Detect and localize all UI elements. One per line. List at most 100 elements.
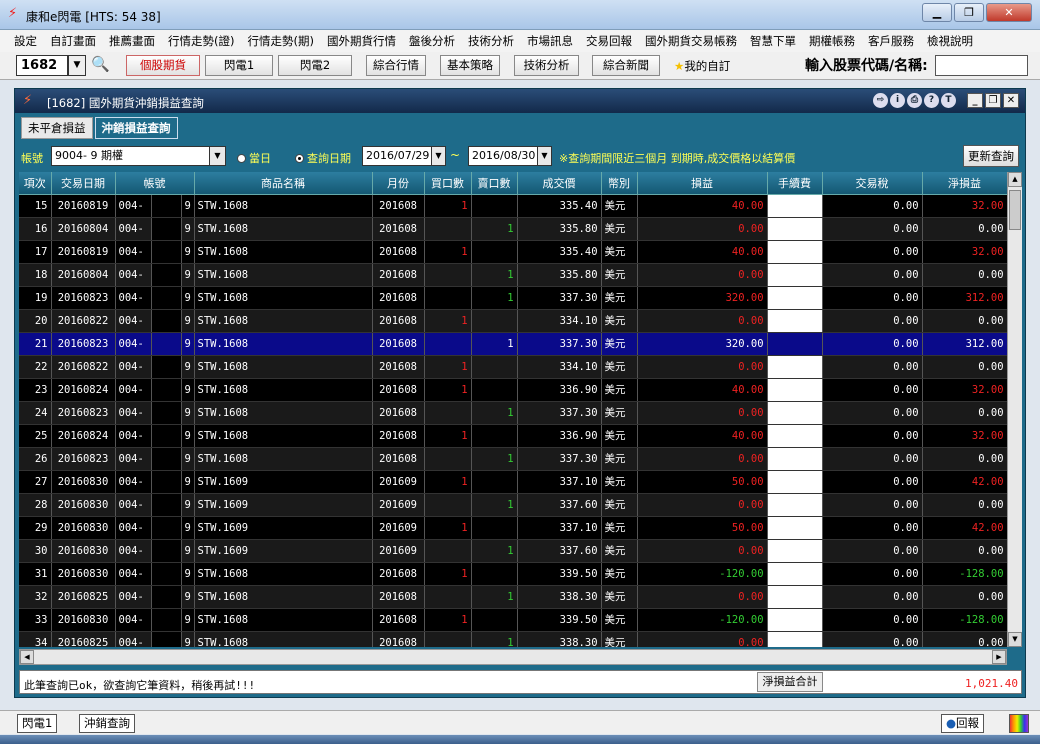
close-button[interactable]: ✕ xyxy=(986,3,1032,22)
table-row[interactable]: 18 20160804 004- 9 STW.1608 201608 1 335.80 美元 0.… xyxy=(19,263,1007,287)
tab-offset-query[interactable]: 沖銷損益查詢 xyxy=(94,117,178,139)
menu-item-foreign-account[interactable]: 國外期貨交易帳務 xyxy=(645,33,737,49)
end-date-picker[interactable]: 2016/08/30 ▼ xyxy=(468,146,552,166)
scroll-up-icon[interactable]: ▲ xyxy=(1008,172,1022,187)
minimize-button[interactable]: ▁ xyxy=(922,3,952,22)
scrollbar-thumb[interactable] xyxy=(1009,190,1021,230)
column-header[interactable]: 交易日期 xyxy=(51,172,116,195)
menu-item-trade-report[interactable]: 交易回報 xyxy=(586,33,632,49)
table-row[interactable]: 25 20160824 004- 9 STW.1608 201608 1 336.90 美元 40… xyxy=(19,424,1007,448)
column-header[interactable]: 損益 xyxy=(637,172,768,195)
lightning1-button[interactable]: 閃電1 xyxy=(205,55,273,76)
menu-item-options-account[interactable]: 期權帳務 xyxy=(809,33,855,49)
table-row[interactable]: 29 20160830 004- 9 STW.1609 201609 1 337.10 美元 50… xyxy=(19,516,1007,540)
stock-futures-button[interactable]: 個股期貨 xyxy=(126,55,200,76)
table-row[interactable]: 19 20160823 004- 9 STW.1608 201608 1 337.30 美元 32… xyxy=(19,286,1007,310)
bottom-tab-lightning1[interactable]: 閃電1 xyxy=(17,714,58,733)
column-header[interactable]: 商品名稱 xyxy=(194,172,373,195)
favorites-link[interactable]: ★我的自訂 xyxy=(674,58,730,74)
column-header[interactable]: 月份 xyxy=(372,172,425,195)
horizontal-scrollbar[interactable]: ◀ ▶ xyxy=(19,649,1007,665)
table-row[interactable]: 27 20160830 004- 9 STW.1609 201609 1 337.10 美元 50… xyxy=(19,470,1007,494)
table-row[interactable]: 23 20160824 004- 9 STW.1608 201608 1 336.90 美元 40… xyxy=(19,378,1007,402)
menu-item-settings[interactable]: 設定 xyxy=(14,33,37,49)
table-row[interactable]: 22 20160822 004- 9 STW.1608 201608 1 334.10 美元 0.… xyxy=(19,355,1007,379)
table-row[interactable]: 32 20160825 004- 9 STW.1608 201608 1 338.30 美元 0.… xyxy=(19,585,1007,609)
basic-strategy-button[interactable]: 基本策略 xyxy=(440,55,500,76)
report-button[interactable]: ●回報 xyxy=(941,714,985,733)
scroll-right-icon[interactable]: ▶ xyxy=(992,650,1006,664)
chevron-down-icon[interactable]: ▼ xyxy=(209,147,225,165)
table-row[interactable]: 31 20160830 004- 9 STW.1608 201608 1 339.50 美元 -1… xyxy=(19,562,1007,586)
chevron-down-icon[interactable]: ▼ xyxy=(431,147,445,165)
menu-item-after-hours[interactable]: 盤後分析 xyxy=(409,33,455,49)
cell-buy-lots xyxy=(424,263,472,287)
table-row[interactable]: 33 20160830 004- 9 STW.1608 201608 1 339.50 美元 -1… xyxy=(19,608,1007,632)
column-header[interactable]: 項次 xyxy=(19,172,52,195)
table-row[interactable]: 28 20160830 004- 9 STW.1609 201609 1 337.60 美元 0.… xyxy=(19,493,1007,517)
chevron-down-icon[interactable]: ▼ xyxy=(537,147,551,165)
scroll-left-icon[interactable]: ◀ xyxy=(20,650,34,664)
refresh-query-button[interactable]: 更新查詢 xyxy=(963,145,1019,167)
table-row[interactable]: 30 20160830 004- 9 STW.1609 201609 1 337.60 美元 0.… xyxy=(19,539,1007,563)
column-header[interactable]: 買口數 xyxy=(424,172,472,195)
cell-pnl: 0.00 xyxy=(637,309,768,333)
cell-price: 337.60 xyxy=(517,539,602,563)
column-header[interactable]: 幣別 xyxy=(601,172,638,195)
account-select[interactable]: 9004- 9 期權 ▼ xyxy=(51,146,226,166)
vertical-scrollbar[interactable]: ▲ ▼ xyxy=(1007,172,1022,647)
table-row[interactable]: 26 20160823 004- 9 STW.1608 201608 1 337.30 美元 0.… xyxy=(19,447,1007,471)
minimize-button[interactable]: _ xyxy=(967,93,983,108)
chevron-down-icon[interactable]: ▼ xyxy=(68,55,86,76)
scroll-down-icon[interactable]: ▼ xyxy=(1008,632,1022,647)
radio-today[interactable]: 當日 xyxy=(237,150,271,166)
technical-analysis-button[interactable]: 技術分析 xyxy=(514,55,579,76)
maximize-button[interactable]: ❐ xyxy=(954,3,984,22)
cell-buy-lots: 1 xyxy=(424,355,472,379)
menu-item-customer-service[interactable]: 客戶服務 xyxy=(868,33,914,49)
column-header[interactable]: 成交價 xyxy=(517,172,602,195)
print-icon[interactable]: ⎙ xyxy=(907,93,922,108)
tab-open-positions[interactable]: 未平倉損益 xyxy=(21,117,93,139)
menu-item-foreign-futures[interactable]: 國外期貨行情 xyxy=(327,33,396,49)
settings-icon[interactable]: T xyxy=(941,93,956,108)
maximize-button[interactable]: ❐ xyxy=(985,93,1001,108)
column-header[interactable]: 手續費 xyxy=(767,172,823,195)
status-bar: 此筆查詢已ok，欲查詢它筆資料，稍後再試!!! 淨損益合計 1,021.40 xyxy=(19,670,1022,694)
table-row[interactable]: 34 20160825 004- 9 STW.1608 201608 1 338.30 美元 0.… xyxy=(19,631,1007,647)
bottom-tab-offset-query[interactable]: 沖銷查詢 xyxy=(79,714,135,733)
column-header[interactable]: 交易稅 xyxy=(822,172,923,195)
menu-item-market-news[interactable]: 市場訊息 xyxy=(527,33,573,49)
menu-item-recommended[interactable]: 推薦畫面 xyxy=(109,33,155,49)
menu-item-futures-trend[interactable]: 行情走勢(期) xyxy=(247,33,313,49)
info-icon[interactable]: i xyxy=(890,93,905,108)
menu-item-stock-trend[interactable]: 行情走勢(證) xyxy=(168,33,234,49)
column-header[interactable]: 淨損益 xyxy=(922,172,1007,195)
table-row[interactable]: 17 20160819 004- 9 STW.1608 201608 1 335.40 美元 40… xyxy=(19,240,1007,264)
table-row[interactable]: 20 20160822 004- 9 STW.1608 201608 1 334.10 美元 0.… xyxy=(19,309,1007,333)
market-overview-button[interactable]: 綜合行情 xyxy=(366,55,426,76)
code-input[interactable]: 1682 xyxy=(16,55,68,76)
search-icon[interactable]: 🔍 xyxy=(91,55,110,73)
color-palette-icon[interactable] xyxy=(1009,714,1029,733)
stock-search-input[interactable] xyxy=(935,55,1028,76)
table-row[interactable]: 24 20160823 004- 9 STW.1608 201608 1 337.30 美元 0.… xyxy=(19,401,1007,425)
lightning2-button[interactable]: 閃電2 xyxy=(278,55,352,76)
column-header[interactable]: 帳號 xyxy=(115,172,195,195)
column-header[interactable]: 賣口數 xyxy=(471,172,518,195)
menu-item-help[interactable]: 檢視說明 xyxy=(927,33,973,49)
menu-item-smart-order[interactable]: 智慧下單 xyxy=(750,33,796,49)
menu-item-technical[interactable]: 技術分析 xyxy=(468,33,514,49)
table-row[interactable]: 15 20160819 004- 9 STW.1608 201608 1 335.40 美元 40… xyxy=(19,194,1007,218)
close-button[interactable]: ✕ xyxy=(1003,93,1019,108)
start-date-picker[interactable]: 2016/07/29 ▼ xyxy=(362,146,446,166)
toolbar: 1682 ▼ 🔍 個股期貨 閃電1 閃電2 綜合行情 基本策略 技術分析 綜合新… xyxy=(0,52,1040,80)
help-icon[interactable]: ? xyxy=(924,93,939,108)
cell-month: 201608 xyxy=(372,378,425,402)
table-row[interactable]: 21 20160823 004- 9 STW.1608 201608 1 337.30 美元 32… xyxy=(19,332,1007,356)
menu-item-custom-screen[interactable]: 自訂畫面 xyxy=(50,33,96,49)
table-row[interactable]: 16 20160804 004- 9 STW.1608 201608 1 335.80 美元 0.… xyxy=(19,217,1007,241)
export-icon[interactable]: ⇨ xyxy=(873,93,888,108)
radio-query-date[interactable]: 查詢日期 xyxy=(295,150,351,166)
news-button[interactable]: 綜合新聞 xyxy=(592,55,660,76)
